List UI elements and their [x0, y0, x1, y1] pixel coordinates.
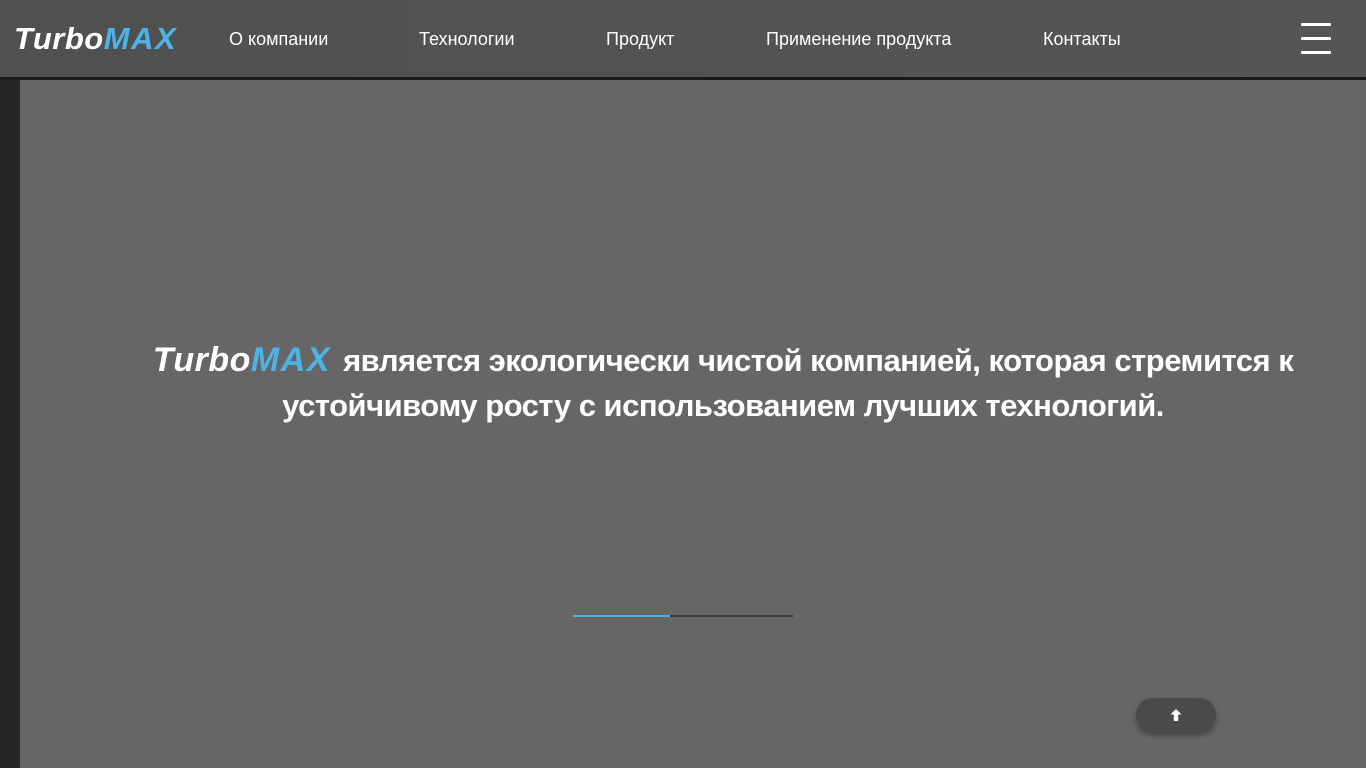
left-sidebar-strip — [0, 0, 20, 768]
nav-item-product[interactable]: Продукт — [606, 28, 674, 50]
nav-item-product-usage[interactable]: Применение продукта — [766, 28, 951, 50]
nav-item-technologies[interactable]: Технологии — [419, 28, 515, 50]
scroll-to-top-button[interactable] — [1136, 698, 1216, 732]
brand-logo[interactable]: Turbo MAX — [14, 18, 177, 58]
hero-statement: TurboMAX является экологически чистой ко… — [100, 338, 1346, 428]
hamburger-line — [1301, 23, 1331, 26]
arrow-up-icon — [1170, 709, 1182, 721]
hamburger-line — [1301, 51, 1331, 54]
hero-logo-text-turbo: Turbo — [152, 341, 251, 379]
top-navbar: Turbo MAX О компании Технологии Продукт П… — [0, 0, 1366, 80]
nav-item-about[interactable]: О компании — [229, 28, 328, 50]
slider-progress-fill — [573, 615, 670, 617]
nav-item-contacts[interactable]: Контакты — [1043, 28, 1121, 50]
logo-text-turbo: Turbo — [14, 20, 104, 56]
hero-brand-logo: TurboMAX — [153, 341, 331, 379]
hero-logo-text-max: MAX — [250, 341, 331, 379]
logo-text-max: MAX — [103, 20, 178, 56]
page: Turbo MAX О компании Технологии Продукт П… — [0, 0, 1366, 768]
hero-text: является экологически чистой компанией, … — [282, 343, 1294, 423]
hamburger-line — [1301, 37, 1331, 40]
slider-progress-track — [573, 615, 793, 617]
hamburger-menu-icon[interactable] — [1299, 22, 1333, 56]
